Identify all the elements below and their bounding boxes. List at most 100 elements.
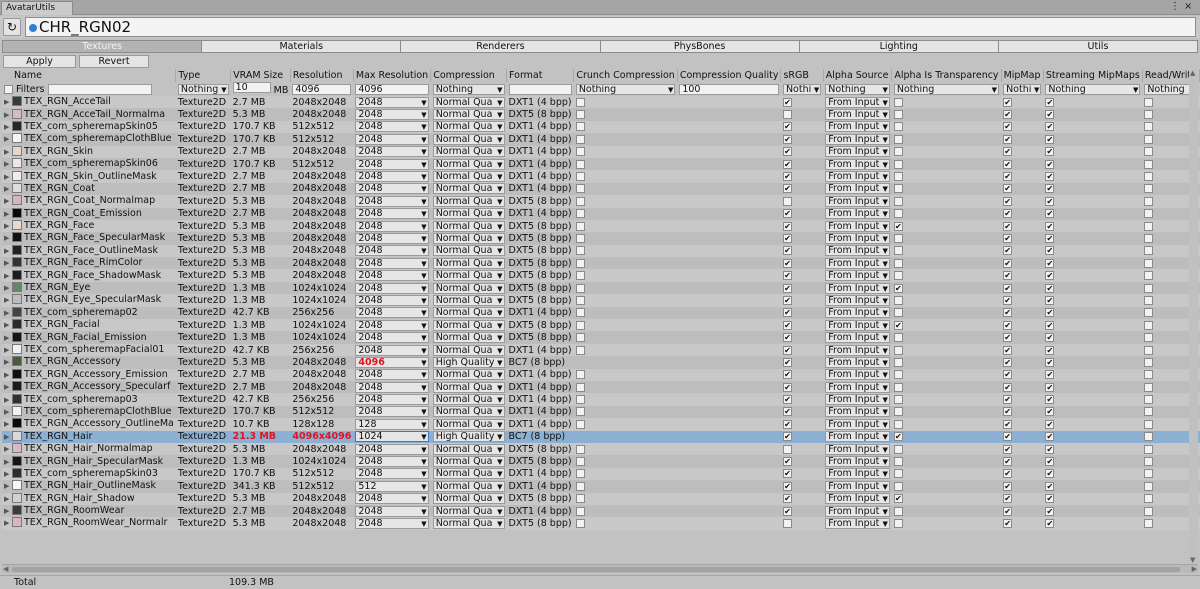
texture-thumbnail-icon[interactable] [12,195,22,206]
crunch-checkbox[interactable] [575,382,585,392]
alpha-source-dropdown[interactable]: From Input ▼ [825,158,890,170]
alpha-transparency-checkbox[interactable]: ✔ [893,221,903,231]
alpha-source-dropdown[interactable]: From Input ▼ [825,270,890,282]
alpha-transparency-checkbox[interactable] [893,395,903,405]
mipmap-checkbox[interactable]: ✔ [1003,444,1013,454]
alpha-source-dropdown[interactable]: From Input ▼ [825,493,890,505]
texture-thumbnail-icon[interactable] [12,331,22,342]
read-write-checkbox[interactable] [1144,221,1154,231]
mipmap-checkbox[interactable]: ✔ [1003,295,1013,305]
table-row[interactable]: ▶ TEX_RGN_Accessory_OutlineMa Texture2D 10.… [2,418,1200,431]
compression-dropdown[interactable]: Normal Qua ▼ [432,96,505,108]
compression-dropdown[interactable]: Normal Qua ▼ [432,369,505,381]
mipmap-checkbox[interactable]: ✔ [1003,134,1013,144]
scroll-left-icon[interactable]: ◀ [3,565,8,574]
streaming-mipmaps-checkbox[interactable]: ✔ [1045,357,1055,367]
max-resolution-dropdown[interactable]: 2048 ▼ [355,96,429,108]
srgb-checkbox[interactable]: ✔ [782,494,792,504]
texture-thumbnail-icon[interactable] [12,120,22,131]
tab-lighting[interactable]: Lighting [799,40,999,53]
expand-arrow-icon[interactable]: ▶ [4,246,12,257]
table-row[interactable]: ▶ TEX_RGN_Coat Texture2D 2.7 MB 2048x2048 204… [2,182,1200,196]
srgb-checkbox[interactable]: ✔ [782,395,792,405]
streaming-mipmaps-checkbox[interactable]: ✔ [1045,333,1055,343]
crunch-checkbox[interactable] [575,395,585,405]
streaming-mipmaps-checkbox[interactable]: ✔ [1045,134,1055,144]
expand-arrow-icon[interactable]: ▶ [4,506,12,517]
srgb-checkbox[interactable]: ✔ [782,357,792,367]
alpha-source-dropdown[interactable]: From Input ▼ [825,109,890,121]
table-row[interactable]: ▶ TEX_RGN_Accessory Texture2D 5.3 MB 2048x20… [2,356,1200,369]
max-resolution-dropdown[interactable]: 2048 ▼ [355,468,429,480]
streaming-mipmaps-checkbox[interactable]: ✔ [1045,172,1055,182]
crunch-checkbox[interactable] [575,221,585,231]
expand-arrow-icon[interactable]: ▶ [4,382,12,393]
mipmap-checkbox[interactable]: ✔ [1003,395,1013,405]
texture-thumbnail-icon[interactable] [12,269,22,280]
crunch-checkbox[interactable] [575,184,585,194]
alpha-source-dropdown[interactable]: From Input ▼ [825,369,890,381]
column-header-compression[interactable]: Compression [430,69,507,82]
streaming-mipmaps-checkbox[interactable]: ✔ [1045,370,1055,380]
filter-crunch-dropdown[interactable]: Nothing ▼ [575,83,676,95]
read-write-checkbox[interactable] [1144,320,1154,330]
alpha-source-dropdown[interactable]: From Input ▼ [825,356,890,368]
column-header-mipmap[interactable]: MipMap [1001,69,1044,82]
streaming-mipmaps-checkbox[interactable]: ✔ [1045,283,1055,293]
crunch-checkbox[interactable] [575,159,585,169]
compression-dropdown[interactable]: Normal Qua ▼ [432,195,505,207]
read-write-checkbox[interactable] [1144,271,1154,281]
crunch-checkbox[interactable] [575,283,585,293]
srgb-checkbox[interactable]: ✔ [782,97,792,107]
srgb-checkbox[interactable]: ✔ [782,258,792,268]
tab-renderers[interactable]: Renderers [401,40,601,53]
srgb-checkbox[interactable]: ✔ [782,283,792,293]
read-write-checkbox[interactable] [1144,295,1154,305]
read-write-checkbox[interactable] [1144,357,1154,367]
max-resolution-dropdown[interactable]: 2048 ▼ [355,245,429,257]
srgb-checkbox[interactable]: ✔ [782,246,792,256]
read-write-checkbox[interactable] [1144,110,1154,120]
max-resolution-dropdown[interactable]: 2048 ▼ [355,493,429,505]
expand-arrow-icon[interactable]: ▶ [4,469,12,480]
expand-arrow-icon[interactable]: ▶ [4,457,12,468]
texture-thumbnail-icon[interactable] [12,381,22,392]
alpha-transparency-checkbox[interactable] [893,196,903,206]
expand-arrow-icon[interactable]: ▶ [4,159,12,170]
table-row[interactable]: ▶ TEX_com_spheremapFacial01 Texture2D 42.7 … [2,343,1200,357]
srgb-checkbox[interactable]: ✔ [782,419,792,429]
table-row[interactable]: ▶ TEX_RGN_Coat_Normalmap Texture2D 5.3 MB 20… [2,195,1200,208]
max-resolution-dropdown[interactable]: 2048 ▼ [355,220,429,232]
max-resolution-dropdown[interactable]: 2048 ▼ [355,294,429,306]
read-write-checkbox[interactable] [1144,196,1154,206]
alpha-transparency-checkbox[interactable] [893,147,903,157]
table-row[interactable]: ▶ TEX_RGN_Hair_SpecularMask Texture2D 1.3 M… [2,455,1200,468]
compression-dropdown[interactable]: Normal Qua ▼ [432,245,505,257]
vertical-scrollbar[interactable]: ▲ ▼ [1189,69,1198,564]
alpha-transparency-checkbox[interactable] [893,184,903,194]
tab-utils[interactable]: Utils [998,40,1199,53]
srgb-checkbox[interactable]: ✔ [782,320,792,330]
alpha-source-dropdown[interactable]: From Input ▼ [825,232,890,244]
texture-thumbnail-icon[interactable] [12,133,22,144]
read-write-checkbox[interactable] [1144,419,1154,429]
expand-arrow-icon[interactable]: ▶ [4,172,12,183]
alpha-source-dropdown[interactable]: From Input ▼ [825,294,890,306]
srgb-checkbox[interactable]: ✔ [782,308,792,318]
crunch-checkbox[interactable] [575,469,585,479]
expand-arrow-icon[interactable]: ▶ [4,271,12,282]
read-write-checkbox[interactable] [1144,457,1154,467]
streaming-mipmaps-checkbox[interactable]: ✔ [1045,345,1055,355]
revert-button[interactable]: Revert [79,55,149,68]
streaming-mipmaps-checkbox[interactable]: ✔ [1045,184,1055,194]
filter-type-dropdown[interactable]: Nothing ▼ [177,83,229,95]
alpha-source-dropdown[interactable]: From Input ▼ [825,332,890,344]
texture-thumbnail-icon[interactable] [12,306,22,317]
srgb-checkbox[interactable]: ✔ [782,221,792,231]
max-resolution-dropdown[interactable]: 2048 ▼ [355,195,429,207]
srgb-checkbox[interactable]: ✔ [782,159,792,169]
filter-name-input[interactable] [47,83,152,95]
expand-arrow-icon[interactable]: ▶ [4,184,12,195]
table-row[interactable]: ▶ TEX_RGN_Accessory_Emission Texture2D 2.7 … [2,368,1200,381]
max-resolution-dropdown[interactable]: 2048 ▼ [355,369,429,381]
